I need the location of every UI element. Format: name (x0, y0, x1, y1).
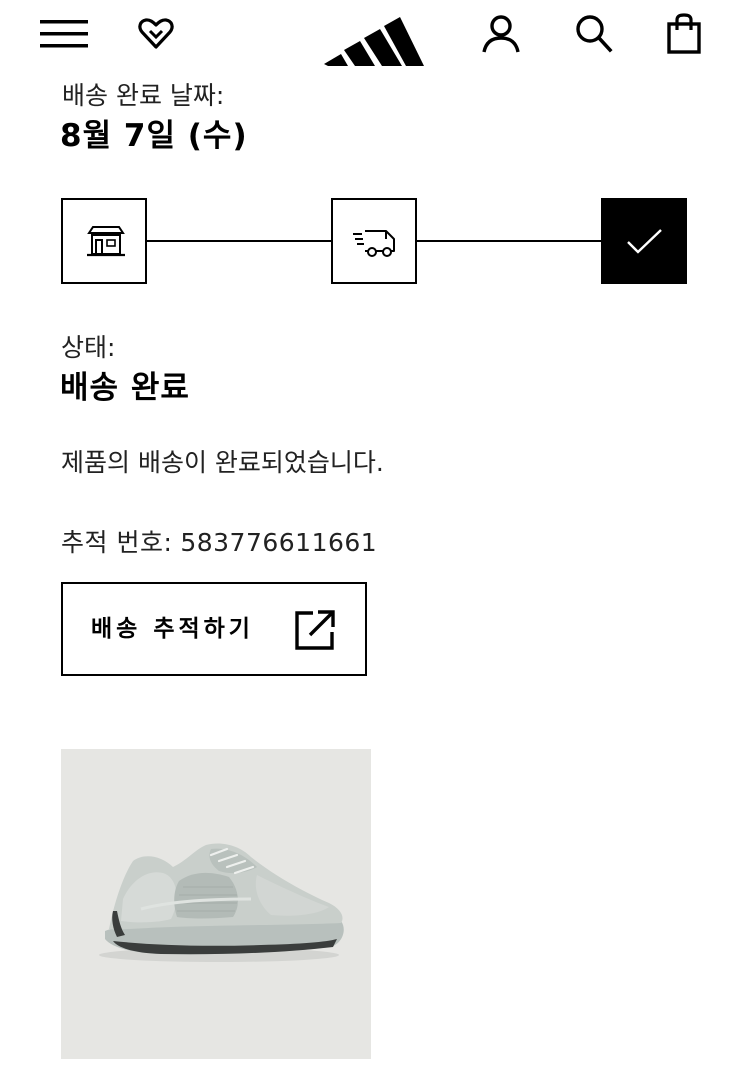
track-shipment-button[interactable]: 배송 추적하기 (61, 582, 367, 676)
status-message: 제품의 배송이 완료되었습니다. (61, 448, 384, 477)
checkmark-icon (627, 229, 662, 254)
status-label: 상태: (61, 333, 116, 362)
track-shipment-button-label: 배송 추적하기 (91, 616, 254, 642)
status-value: 배송 완료 (60, 370, 190, 406)
hamburger-menu-icon[interactable] (40, 14, 88, 54)
top-navigation (0, 0, 750, 72)
progress-step-shipping (331, 198, 417, 284)
user-icon[interactable] (480, 12, 522, 56)
delivery-truck-icon (353, 230, 395, 257)
order-tracking-page: 배송 완료 날짜: 8월 7일 (수) 상태: 배송 완료 제품의 배송이 완료… (0, 0, 750, 1072)
delivery-date-label: 배송 완료 날짜: (62, 81, 225, 110)
search-icon[interactable] (573, 12, 615, 56)
delivery-date-value: 8월 7일 (수) (60, 118, 248, 154)
tracking-number-value: 583776611661 (180, 528, 378, 557)
progress-step-delivered (601, 198, 687, 284)
progress-connector (417, 240, 601, 242)
progress-connector (147, 240, 331, 242)
external-link-icon (293, 608, 337, 656)
shopping-bag-icon[interactable] (665, 12, 705, 56)
heart-icon[interactable] (136, 14, 176, 54)
brand-logo[interactable] (324, 4, 424, 66)
tracking-number-row: 추적 번호: 583776611661 (61, 526, 377, 560)
sneaker-image[interactable] (61, 749, 371, 1059)
progress-step-store (61, 198, 147, 284)
tracking-number-label: 추적 번호: (61, 528, 173, 557)
store-icon (87, 226, 125, 257)
